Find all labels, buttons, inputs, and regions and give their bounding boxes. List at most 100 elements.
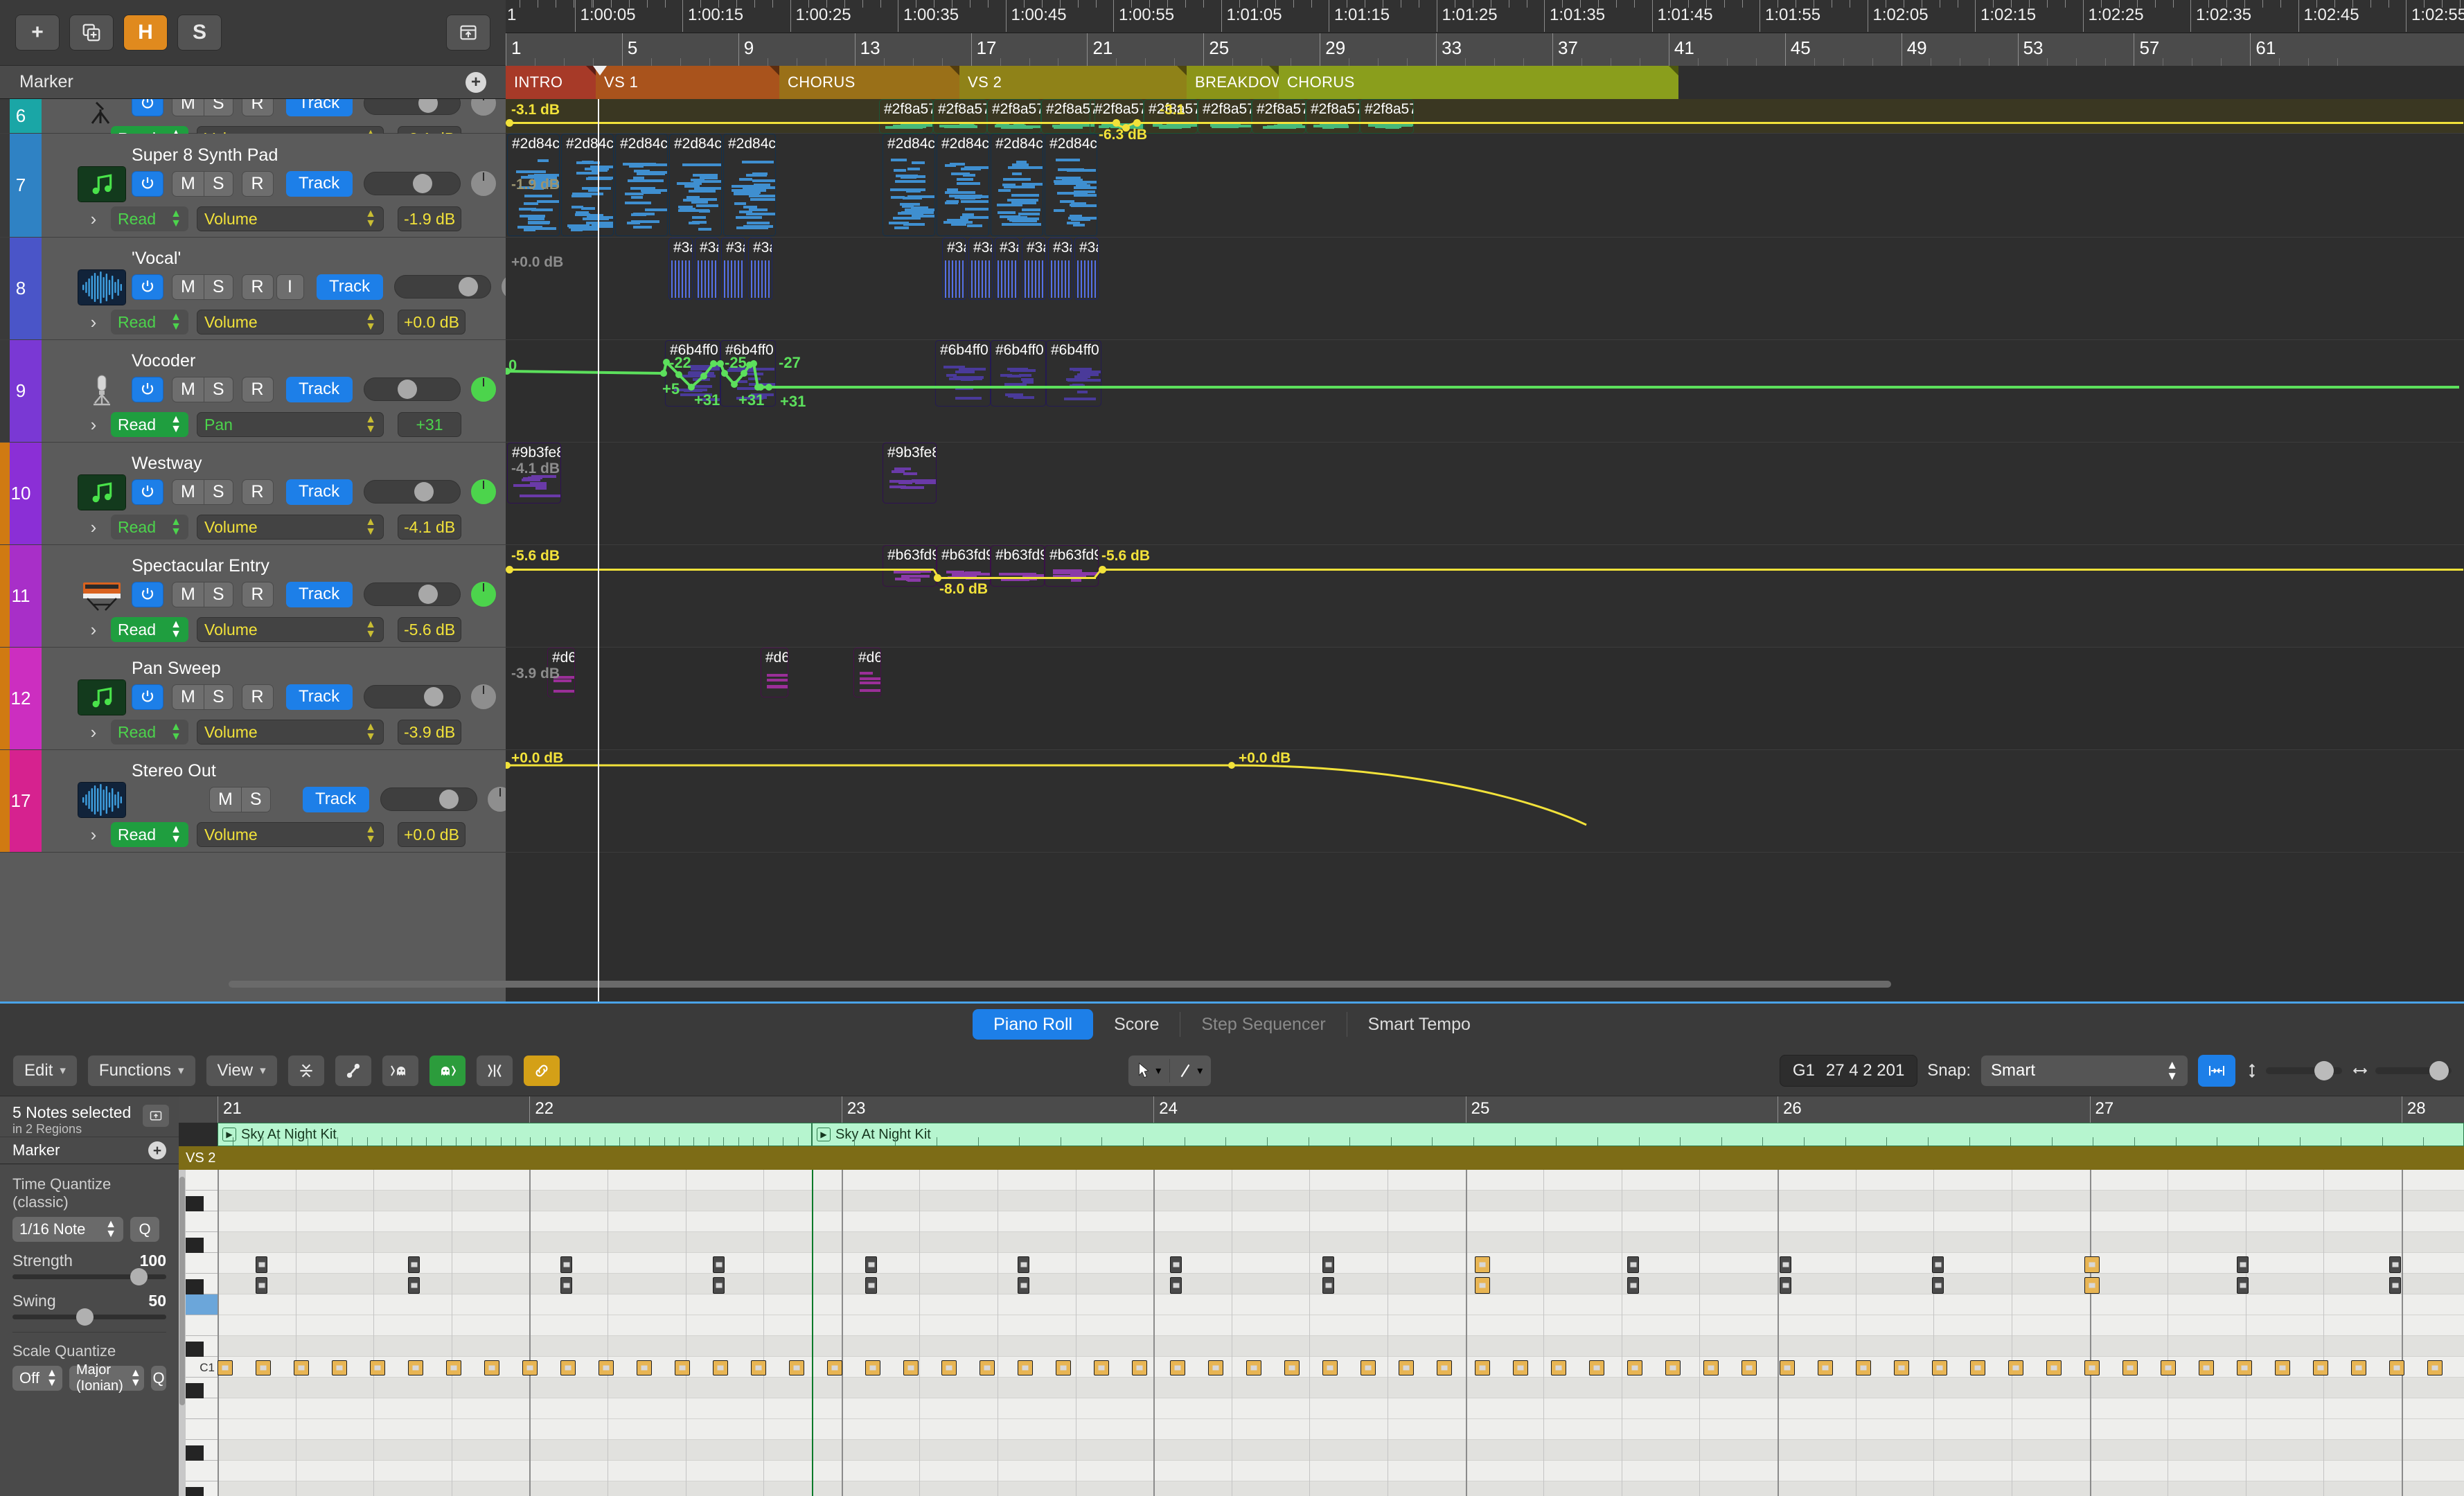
track-volume-slider[interactable] <box>364 172 461 195</box>
track-header[interactable]: 12 Pan Sweep M S R Track › Read ▲ ▼ Volume ▲ ▼ -3.9 d… <box>0 648 506 750</box>
midi-note[interactable] <box>1018 1277 1029 1294</box>
automation-point[interactable] <box>1133 119 1141 127</box>
record-enable-button[interactable]: R <box>242 99 274 116</box>
track-automation-button[interactable]: Track <box>317 274 383 300</box>
snap-to-grid-button[interactable] <box>2198 1055 2235 1087</box>
region[interactable]: #2d84c8 <box>723 134 776 236</box>
midi-note[interactable] <box>1246 1360 1261 1375</box>
region[interactable]: #2f8a57 <box>987 99 1041 134</box>
midi-note[interactable] <box>2084 1256 2100 1273</box>
automation-value-display[interactable]: +31 <box>398 412 461 437</box>
midi-note[interactable] <box>1589 1360 1604 1375</box>
midi-note[interactable] <box>1322 1256 1334 1273</box>
solo-button[interactable]: S <box>204 479 233 505</box>
track-volume-slider[interactable] <box>364 480 461 504</box>
midi-note[interactable] <box>1094 1360 1109 1375</box>
midi-note[interactable] <box>1780 1256 1791 1273</box>
region[interactable]: #2d84c8 <box>883 134 935 236</box>
solo-button[interactable]: S <box>204 274 233 300</box>
track-volume-slider[interactable] <box>394 275 491 299</box>
swing-slider[interactable] <box>12 1315 166 1319</box>
line-tool-button[interactable]: ▾ <box>1170 1055 1211 1087</box>
midi-note[interactable] <box>1208 1360 1223 1375</box>
track-lane[interactable] <box>506 545 2464 648</box>
expand-panel-button[interactable] <box>143 1105 169 1127</box>
midi-note[interactable] <box>865 1277 877 1294</box>
track-volume-slider[interactable] <box>364 99 461 115</box>
midi-note[interactable] <box>1780 1360 1795 1375</box>
position-display[interactable]: G1 27 4 2 201 <box>1780 1055 1917 1087</box>
arrange-area[interactable]: #2f8a57 #2f8a57 #2f8a57 #2f8a57 #2f8a57 #2f8a… <box>506 99 2464 1001</box>
midi-note[interactable] <box>1627 1277 1639 1294</box>
midi-note[interactable] <box>2237 1360 2252 1375</box>
mute-button[interactable]: M <box>172 274 204 300</box>
automation-point[interactable] <box>506 119 513 127</box>
midi-note[interactable] <box>751 1360 766 1375</box>
midi-note[interactable] <box>294 1360 309 1375</box>
track-header-body[interactable]: Vocoder M S R Track › Read ▲ ▼ Pan ▲ ▼ +31 <box>42 340 506 442</box>
solo-button[interactable]: S <box>177 15 222 51</box>
midi-note[interactable] <box>2084 1360 2100 1375</box>
midi-note[interactable] <box>1056 1360 1071 1375</box>
solo-button[interactable]: S <box>204 684 233 710</box>
automation-value-display[interactable]: -5.6 dB <box>398 617 461 642</box>
marker-region[interactable]: BREAKDOWN <box>1187 66 1279 99</box>
track-header[interactable]: 6MSRTrack›Read▲▼Volume▲▼-3.1 dB <box>0 99 506 134</box>
region[interactable]: #2f8a57 <box>933 99 987 134</box>
region[interactable]: #2f8a57 <box>1252 99 1306 134</box>
record-enable-button[interactable]: R <box>242 684 274 710</box>
track-lane[interactable] <box>506 134 2464 238</box>
track-enable-button[interactable] <box>132 99 163 116</box>
midi-note[interactable] <box>675 1360 690 1375</box>
region[interactable]: #2f8a57 <box>1360 99 1414 134</box>
track-name-label[interactable]: Vocoder <box>132 351 195 371</box>
swing-slider-knob[interactable] <box>76 1308 94 1326</box>
track-automation-button[interactable]: Track <box>286 377 353 402</box>
track-pan-knob[interactable] <box>470 684 497 710</box>
automation-parameter-select[interactable]: Volume ▲▼ <box>197 515 384 540</box>
scale-quantize-mode-select[interactable]: Off ▲ ▼ <box>12 1366 62 1391</box>
volume-slider-knob[interactable] <box>418 585 438 604</box>
track-pan-knob[interactable] <box>470 170 497 197</box>
automation-parameter-select[interactable]: Volume ▲▼ <box>197 206 384 231</box>
track-pan-knob[interactable] <box>470 581 497 607</box>
record-enable-button[interactable]: R <box>242 479 274 505</box>
mute-button[interactable]: M <box>172 99 204 116</box>
record-enable-button[interactable]: R <box>242 377 274 402</box>
solo-button[interactable]: S <box>242 787 271 812</box>
automation-value-display[interactable]: +0.0 dB <box>398 310 466 335</box>
region[interactable]: #d63fd1 <box>761 648 788 697</box>
midi-note[interactable] <box>408 1360 423 1375</box>
piano-roll-region[interactable]: ▶ Sky At Night Kit <box>812 1123 2464 1146</box>
pointer-tool-button[interactable]: ▾ <box>1128 1055 1169 1087</box>
region[interactable]: #3a4ec9 <box>668 238 693 300</box>
region[interactable]: #2d84c8 <box>669 134 722 236</box>
track-enable-button[interactable] <box>132 274 163 300</box>
track-disclosure-arrow[interactable]: › <box>85 414 103 436</box>
track-automation-button[interactable]: Track <box>286 684 353 710</box>
solo-button[interactable]: S <box>204 377 233 402</box>
region[interactable]: #3a4ec9 <box>1022 238 1046 300</box>
volume-slider-knob[interactable] <box>424 687 443 706</box>
midi-note[interactable] <box>1932 1277 1944 1294</box>
region[interactable]: #3a4ec9 <box>1074 238 1099 300</box>
time-quantize-select[interactable]: 1/16 Note ▲ ▼ <box>12 1217 123 1242</box>
region[interactable]: #2f8a57 <box>879 99 933 134</box>
midi-note[interactable] <box>408 1256 420 1273</box>
midi-note[interactable] <box>1170 1256 1182 1273</box>
midi-note[interactable] <box>941 1360 957 1375</box>
piano-roll-editor[interactable]: 21 22 23 24 25 26 27 28 ▶ Sky At Night Kit ▶ Sky A… <box>179 1096 2464 1496</box>
region[interactable]: #3a4ec9 <box>748 238 772 300</box>
midi-note[interactable] <box>218 1360 233 1375</box>
track-lane[interactable] <box>506 443 2464 545</box>
midi-note[interactable] <box>1475 1256 1490 1273</box>
midi-note[interactable] <box>1170 1277 1182 1294</box>
midi-note[interactable] <box>2427 1360 2443 1375</box>
track-disclosure-arrow[interactable]: › <box>85 619 103 641</box>
track-lane[interactable] <box>506 648 2464 750</box>
midi-note[interactable] <box>1665 1360 1681 1375</box>
midi-note[interactable] <box>865 1360 880 1375</box>
piano-roll-note-grid[interactable] <box>218 1170 2464 1496</box>
track-number-cell[interactable]: 7 <box>0 134 42 237</box>
inspector-marker-add-button[interactable]: + <box>148 1141 166 1159</box>
